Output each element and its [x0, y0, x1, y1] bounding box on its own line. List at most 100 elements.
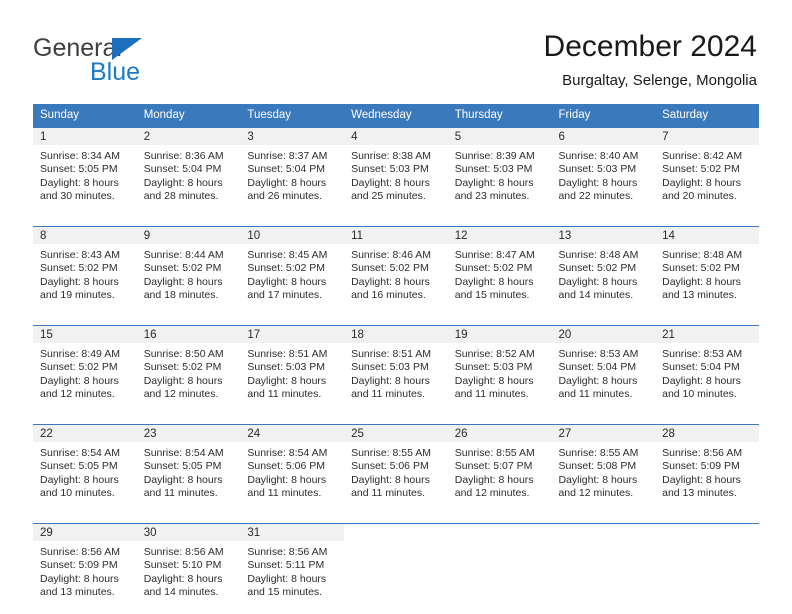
day-cell[interactable]: 31 Sunrise: 8:56 AM Sunset: 5:11 PM Dayligh…: [240, 524, 345, 614]
sunset-text: Sunset: 5:06 PM: [351, 460, 429, 473]
day-info: Sunrise: 8:56 AM Sunset: 5:09 PM Daylight:…: [33, 541, 137, 600]
day-info: Sunrise: 8:45 AM Sunset: 5:02 PM Daylight:…: [240, 244, 344, 303]
daylight-text-line2: and 12 minutes.: [40, 388, 115, 401]
day-cell[interactable]: 8 Sunrise: 8:43 AM Sunset: 5:02 PM Daylight…: [33, 227, 137, 317]
sunset-text: Sunset: 5:09 PM: [40, 559, 118, 572]
day-cell[interactable]: 12 Sunrise: 8:47 AM Sunset: 5:02 PM Dayligh…: [447, 227, 552, 317]
logo-text-blue: Blue: [90, 58, 141, 86]
daylight-text-line1: Daylight: 8 hours: [454, 374, 534, 387]
sunrise-text: Sunrise: 8:54 AM: [40, 447, 120, 459]
day-cell[interactable]: 2 Sunrise: 8:36 AM Sunset: 5:04 PM Daylight…: [136, 128, 241, 218]
sunset-text: Sunset: 5:07 PM: [454, 460, 533, 473]
day-info: Sunrise: 8:55 AM Sunset: 5:06 PM Daylight:…: [344, 442, 448, 501]
sunset-text: Sunset: 5:04 PM: [247, 163, 326, 176]
day-cell[interactable]: 25 Sunrise: 8:55 AM Sunset: 5:06 PM Dayligh…: [344, 425, 448, 515]
day-cell[interactable]: 7 Sunrise: 8:42 AM Sunset: 5:02 PM Daylight…: [655, 128, 759, 218]
day-cell[interactable]: 28 Sunrise: 8:56 AM Sunset: 5:09 PM Dayligh…: [655, 425, 759, 515]
daylight-text-line2: and 14 minutes.: [558, 289, 634, 302]
week-row: 22 Sunrise: 8:54 AM Sunset: 5:05 PM Dayligh…: [33, 424, 759, 515]
day-cell[interactable]: 3 Sunrise: 8:37 AM Sunset: 5:04 PM Daylight…: [240, 128, 345, 218]
daylight-text-line2: and 25 minutes.: [351, 190, 426, 203]
daylight-text-line2: and 15 minutes.: [454, 289, 530, 302]
day-cell[interactable]: 9 Sunrise: 8:44 AM Sunset: 5:02 PM Daylight…: [136, 227, 241, 317]
sunset-text: Sunset: 5:06 PM: [247, 460, 326, 473]
daylight-text-line2: and 11 minutes.: [454, 388, 529, 401]
day-number: 13: [551, 227, 656, 244]
daylight-text-line2: and 13 minutes.: [40, 586, 115, 599]
sunrise-text: Sunrise: 8:56 AM: [143, 546, 224, 558]
day-cell[interactable]: 10 Sunrise: 8:45 AM Sunset: 5:02 PM Dayligh…: [240, 227, 345, 317]
day-cell[interactable]: 19 Sunrise: 8:52 AM Sunset: 5:03 PM Dayligh…: [447, 326, 552, 416]
daylight-text-line2: and 11 minutes.: [351, 487, 425, 500]
day-cell[interactable]: 27 Sunrise: 8:55 AM Sunset: 5:08 PM Dayligh…: [551, 425, 656, 515]
daylight-text-line2: and 30 minutes.: [40, 190, 115, 203]
daylight-text-line2: and 12 minutes.: [454, 487, 530, 500]
sunset-text: Sunset: 5:04 PM: [662, 361, 740, 374]
day-info: Sunrise: 8:56 AM Sunset: 5:10 PM Daylight:…: [137, 541, 241, 600]
day-cell[interactable]: 18 Sunrise: 8:51 AM Sunset: 5:03 PM Dayligh…: [344, 326, 448, 416]
daylight-text-line2: and 23 minutes.: [454, 190, 530, 203]
daylight-text-line2: and 12 minutes.: [558, 487, 634, 500]
day-cell[interactable]: 22 Sunrise: 8:54 AM Sunset: 5:05 PM Dayligh…: [33, 425, 137, 515]
daylight-text-line1: Daylight: 8 hours: [662, 275, 741, 288]
daylight-text-line1: Daylight: 8 hours: [143, 275, 223, 288]
daylight-text-line1: Daylight: 8 hours: [558, 473, 638, 486]
day-cell[interactable]: 13 Sunrise: 8:48 AM Sunset: 5:02 PM Dayligh…: [551, 227, 656, 317]
sunrise-text: Sunrise: 8:53 AM: [662, 348, 743, 360]
sunset-text: Sunset: 5:02 PM: [40, 361, 118, 374]
day-number: 24: [240, 425, 345, 442]
daylight-text-line1: Daylight: 8 hours: [351, 275, 430, 288]
sunrise-text: Sunrise: 8:40 AM: [558, 150, 639, 162]
day-info: Sunrise: 8:52 AM Sunset: 5:03 PM Daylight:…: [448, 343, 552, 402]
sunrise-text: Sunrise: 8:56 AM: [662, 447, 743, 459]
daylight-text-line1: Daylight: 8 hours: [558, 176, 638, 189]
sunset-text: Sunset: 5:03 PM: [247, 361, 326, 374]
weekday-header-saturday: Saturday: [662, 109, 709, 121]
day-cell[interactable]: 4 Sunrise: 8:38 AM Sunset: 5:03 PM Daylight…: [344, 128, 448, 218]
day-cell[interactable]: 5 Sunrise: 8:39 AM Sunset: 5:03 PM Daylight…: [447, 128, 552, 218]
day-cell[interactable]: 30 Sunrise: 8:56 AM Sunset: 5:10 PM Dayligh…: [136, 524, 241, 614]
sunrise-text: Sunrise: 8:39 AM: [454, 150, 535, 162]
day-cell[interactable]: 26 Sunrise: 8:55 AM Sunset: 5:07 PM Dayligh…: [447, 425, 552, 515]
generalblue-logo[interactable]: General Blue: [33, 34, 253, 86]
day-number: 27: [551, 425, 656, 442]
day-number: 4: [344, 128, 448, 145]
day-info: Sunrise: 8:51 AM Sunset: 5:03 PM Daylight:…: [240, 343, 344, 402]
daylight-text-line1: Daylight: 8 hours: [558, 374, 638, 387]
day-info: Sunrise: 8:54 AM Sunset: 5:05 PM Daylight:…: [33, 442, 137, 501]
day-cell[interactable]: 17 Sunrise: 8:51 AM Sunset: 5:03 PM Dayligh…: [240, 326, 345, 416]
daylight-text-line1: Daylight: 8 hours: [247, 176, 327, 189]
day-info: Sunrise: 8:55 AM Sunset: 5:08 PM Daylight:…: [551, 442, 655, 501]
day-cell[interactable]: 14 Sunrise: 8:48 AM Sunset: 5:02 PM Dayligh…: [655, 227, 759, 317]
daylight-text-line1: Daylight: 8 hours: [351, 176, 430, 189]
day-cell[interactable]: 21 Sunrise: 8:53 AM Sunset: 5:04 PM Dayligh…: [655, 326, 759, 416]
day-cell[interactable]: 20 Sunrise: 8:53 AM Sunset: 5:04 PM Dayligh…: [551, 326, 656, 416]
sunrise-text: Sunrise: 8:53 AM: [558, 348, 639, 360]
day-cell[interactable]: 24 Sunrise: 8:54 AM Sunset: 5:06 PM Dayligh…: [240, 425, 345, 515]
sunrise-text: Sunrise: 8:37 AM: [247, 150, 328, 162]
day-number: 14: [655, 227, 759, 244]
day-number: 3: [240, 128, 345, 145]
sunrise-text: Sunrise: 8:50 AM: [143, 348, 224, 360]
day-number: [551, 524, 656, 541]
day-cell[interactable]: 6 Sunrise: 8:40 AM Sunset: 5:03 PM Daylight…: [551, 128, 656, 218]
day-cell[interactable]: 1 Sunrise: 8:34 AM Sunset: 5:05 PM Daylight…: [33, 128, 137, 218]
sunset-text: Sunset: 5:02 PM: [143, 361, 222, 374]
day-cell-empty: [344, 524, 448, 614]
day-cell[interactable]: 16 Sunrise: 8:50 AM Sunset: 5:02 PM Dayligh…: [136, 326, 241, 416]
calendar-page: General Blue December 2024 Burgaltay, Se…: [0, 0, 792, 614]
sunset-text: Sunset: 5:05 PM: [40, 163, 118, 176]
daylight-text-line1: Daylight: 8 hours: [143, 176, 223, 189]
day-number: 10: [240, 227, 345, 244]
day-cell[interactable]: 11 Sunrise: 8:46 AM Sunset: 5:02 PM Dayligh…: [344, 227, 448, 317]
daylight-text-line2: and 28 minutes.: [143, 190, 219, 203]
day-cell[interactable]: 15 Sunrise: 8:49 AM Sunset: 5:02 PM Dayligh…: [33, 326, 137, 416]
sunset-text: Sunset: 5:02 PM: [351, 262, 429, 275]
sunset-text: Sunset: 5:03 PM: [454, 361, 533, 374]
day-number: 30: [136, 524, 241, 541]
day-number: 12: [447, 227, 552, 244]
day-cell[interactable]: 23 Sunrise: 8:54 AM Sunset: 5:05 PM Dayligh…: [136, 425, 241, 515]
day-info: Sunrise: 8:51 AM Sunset: 5:03 PM Daylight:…: [344, 343, 448, 402]
day-number: [655, 524, 759, 541]
day-cell[interactable]: 29 Sunrise: 8:56 AM Sunset: 5:09 PM Dayligh…: [33, 524, 137, 614]
